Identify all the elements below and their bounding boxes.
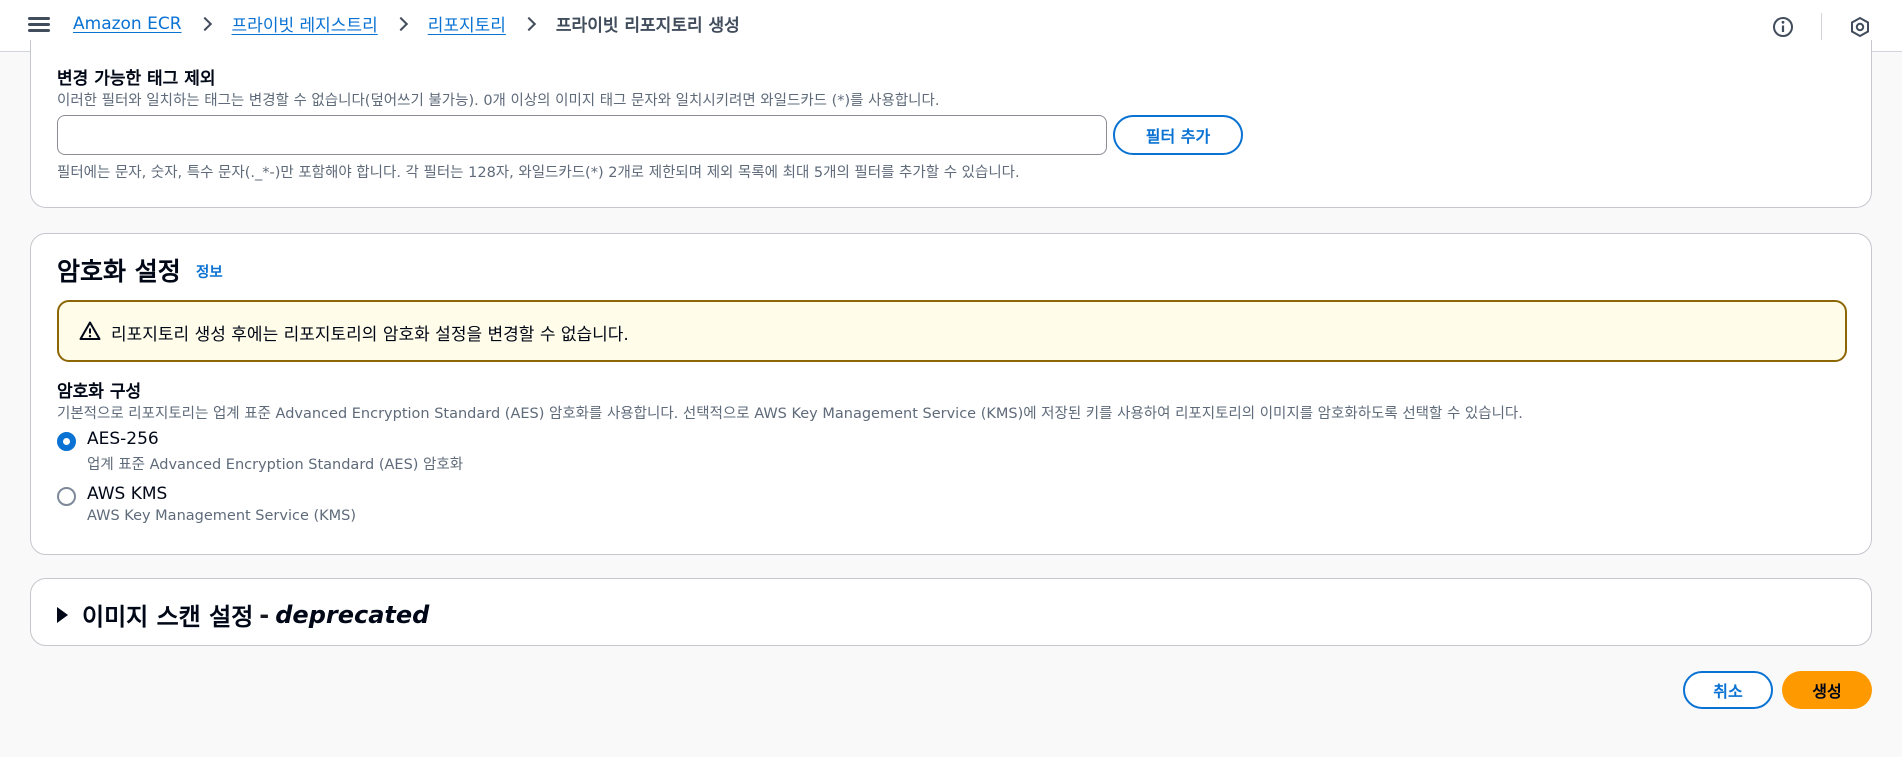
- radio-aes256[interactable]: [57, 432, 76, 451]
- create-button[interactable]: 생성: [1782, 671, 1872, 709]
- breadcrumb-private-registry[interactable]: 프라이빗 레지스트리: [232, 11, 378, 36]
- radio-aes256-description: 업계 표준 Advanced Encryption Standard (AES)…: [87, 457, 464, 473]
- info-circle-icon[interactable]: [1771, 15, 1795, 39]
- encryption-settings-panel: 암호화 설정 정보 리포지토리 생성 후에는 리포지토리의 암호화 설정을 변경…: [30, 233, 1872, 555]
- image-scan-settings-panel: 이미지 스캔 설정 - deprecated: [30, 578, 1872, 646]
- cancel-button[interactable]: 취소: [1683, 671, 1773, 709]
- hexagon-notification-icon[interactable]: [1848, 15, 1872, 39]
- encryption-warning-text: 리포지토리 생성 후에는 리포지토리의 암호화 설정을 변경할 수 없습니다.: [111, 325, 629, 345]
- encryption-warning-alert: 리포지토리 생성 후에는 리포지토리의 암호화 설정을 변경할 수 없습니다.: [57, 300, 1847, 362]
- image-scan-expander[interactable]: 이미지 스캔 설정 - deprecated: [57, 597, 429, 632]
- chevron-right-icon: [393, 16, 408, 31]
- encryption-config-description: 기본적으로 리포지토리는 업계 표준 Advanced Encryption S…: [57, 406, 1523, 422]
- warning-triangle-icon: [79, 321, 101, 340]
- tag-immutability-panel: 변경 가능한 태그 제외 이러한 필터와 일치하는 태그는 변경할 수 없습니다…: [30, 40, 1872, 208]
- image-scan-deprecated: deprecated: [275, 600, 430, 629]
- encryption-info-link[interactable]: 정보: [196, 261, 223, 282]
- radio-aws-kms[interactable]: [57, 487, 76, 506]
- encryption-settings-title: 암호화 설정: [57, 257, 181, 286]
- image-scan-title: 이미지 스캔 설정: [82, 603, 254, 631]
- encryption-config-label: 암호화 구성: [57, 382, 142, 402]
- immutable-exclusion-description: 이러한 필터와 일치하는 태그는 변경할 수 없습니다(덮어쓰기 불가능). 0…: [57, 93, 940, 109]
- immutable-exclusion-label: 변경 가능한 태그 제외: [57, 69, 216, 89]
- tag-filter-input[interactable]: [57, 115, 1107, 155]
- add-filter-button[interactable]: 필터 추가: [1113, 115, 1243, 155]
- breadcrumb-repositories[interactable]: 리포지토리: [428, 11, 506, 36]
- filter-constraint-text: 필터에는 문자, 숫자, 특수 문자(._*-)만 포함해야 합니다. 각 필터…: [57, 165, 1020, 181]
- toolbar-divider: [1821, 13, 1822, 41]
- image-scan-dash: -: [259, 600, 270, 629]
- radio-aes256-label: AES-256: [87, 429, 159, 449]
- chevron-right-icon: [197, 16, 212, 31]
- breadcrumb-current-page: 프라이빗 리포지토리 생성: [555, 16, 740, 36]
- chevron-right-icon: [521, 16, 536, 31]
- top-right-tools: [1771, 13, 1872, 41]
- caret-right-icon: [57, 606, 68, 623]
- radio-aws-kms-description: AWS Key Management Service (KMS): [87, 508, 357, 524]
- hamburger-menu-icon[interactable]: [28, 14, 50, 34]
- radio-aws-kms-label: AWS KMS: [87, 484, 168, 504]
- breadcrumb-amazon-ecr[interactable]: Amazon ECR: [73, 14, 182, 34]
- breadcrumb: Amazon ECR 프라이빗 레지스트리 리포지토리 프라이빗 리포지토리 생…: [73, 11, 740, 37]
